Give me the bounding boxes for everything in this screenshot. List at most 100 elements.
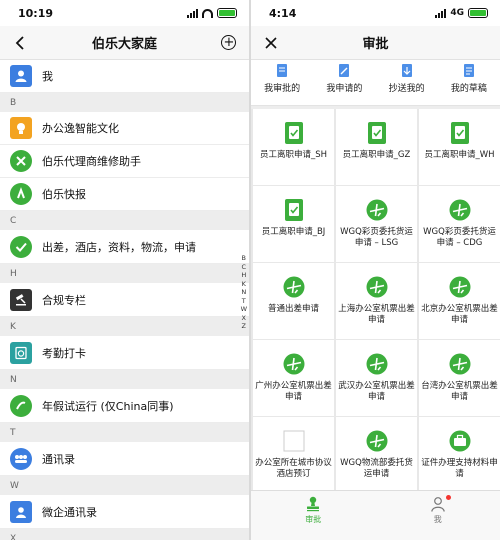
approval-form-item[interactable]: 普通出差申请 <box>253 263 334 340</box>
status-bar: 10:19 <box>0 0 249 26</box>
clock-icon <box>10 341 32 364</box>
section-header-w: W <box>0 476 249 495</box>
approval-form-label: 上海办公室机票出差申请 <box>338 304 415 325</box>
plane-icon <box>283 276 305 298</box>
approval-form-item[interactable]: 证件办理支持材料申请 <box>419 417 500 490</box>
form-icon <box>366 122 388 144</box>
page-title: 伯乐大家庭 <box>91 37 157 52</box>
approval-form-item[interactable]: WGQ彩页委托货运申请 – LSG <box>336 186 417 263</box>
contact-row[interactable]: 微企通讯录 <box>0 495 249 529</box>
approval-form-label: 证件办理支持材料申请 <box>421 458 498 479</box>
contact-row[interactable]: 伯乐代理商维修助手 <box>0 145 249 178</box>
person-card-icon <box>10 500 32 523</box>
contact-name: 办公逸智能文化 <box>42 122 119 135</box>
approval-form-item[interactable]: WGQ物流部委托货运申请 <box>336 417 417 490</box>
network-type: 4G <box>450 8 464 18</box>
index-letter[interactable]: X <box>241 314 247 323</box>
lightbulb-icon <box>10 117 32 139</box>
section-header-c: C <box>0 211 249 230</box>
section-header-k: K <box>0 317 249 336</box>
tab-approval[interactable]: 审批 <box>251 491 376 540</box>
notification-dot <box>445 495 451 500</box>
approval-form-item[interactable]: 员工离职申请_SH <box>253 109 334 186</box>
cc-to-me-button[interactable]: 抄送我的 <box>376 64 438 94</box>
status-time: 4:14 <box>269 6 297 20</box>
back-icon[interactable] <box>10 33 30 53</box>
approval-form-item[interactable]: 员工离职申请_GZ <box>336 109 417 186</box>
approval-grid-container: 员工离职申请_SH 员工离职申请_GZ 员工离职申请_WH 员工离职申请_BJ WGQ彩… <box>251 109 500 490</box>
contact-name: 考勤打卡 <box>42 346 86 360</box>
signal-icon <box>187 8 198 18</box>
approval-form-label: 广州办公室机票出差申请 <box>255 381 332 402</box>
contacts-screen: 10:19 伯乐大家庭 + 我 B 办公逸智能文化 伯乐代理商维修助手 伯乐快报… <box>0 0 249 540</box>
index-letter[interactable]: H <box>241 271 247 280</box>
leave-icon <box>10 394 32 417</box>
my-drafts-button[interactable]: 我的草稿 <box>438 64 500 94</box>
section-header-b: B <box>0 93 249 112</box>
approval-form-item[interactable]: 上海办公室机票出差申请 <box>336 263 417 340</box>
approval-form-item[interactable]: 武汉办公室机票出差申请 <box>336 340 417 417</box>
contact-name: 合规专栏 <box>42 293 86 307</box>
tab-me[interactable]: 我 <box>376 491 500 540</box>
contact-row[interactable]: 合规专栏 <box>0 283 249 317</box>
contact-row[interactable]: 办公逸智能文化 <box>0 112 249 145</box>
my-approvals-button[interactable]: 我审批的 <box>251 64 313 94</box>
person-icon <box>430 497 445 512</box>
approval-form-item[interactable]: 员工离职申请_WH <box>419 109 500 186</box>
my-requests-button[interactable]: 我申请的 <box>313 64 375 94</box>
approval-form-item[interactable]: 广州办公室机票出差申请 <box>253 340 334 417</box>
contact-row[interactable]: 考勤打卡 <box>0 336 249 370</box>
index-letter[interactable]: W <box>241 305 247 314</box>
contact-row[interactable]: 通讯录 <box>0 442 249 476</box>
approval-form-label: WGQ彩页委托货运申请 – LSG <box>340 227 413 248</box>
person-icon <box>10 65 32 87</box>
signal-icon <box>435 8 447 18</box>
approval-form-item[interactable]: 办公室所在城市协议酒店预订 <box>253 417 334 490</box>
plane-icon <box>366 430 388 452</box>
approval-form-label: 武汉办公室机票出差申请 <box>338 381 415 402</box>
approval-form-label: 员工离职申请_BJ <box>261 227 326 237</box>
approval-form-label: 北京办公室机票出差申请 <box>421 304 498 325</box>
approval-form-item[interactable]: 北京办公室机票出差申请 <box>419 263 500 340</box>
contact-row[interactable]: 出差，酒店，资料，物流，申请 <box>0 230 249 264</box>
approval-form-label: 普通出差申请 <box>267 304 319 314</box>
index-letter[interactable]: Z <box>241 322 247 331</box>
page-title: 审批 <box>362 37 389 52</box>
index-letter[interactable]: K <box>241 280 247 289</box>
news-icon <box>10 183 32 205</box>
index-letter[interactable]: B <box>241 254 247 263</box>
cc-doc-icon <box>401 64 412 77</box>
approval-form-label: 员工离职申请_WH <box>424 150 495 160</box>
form-icon <box>283 122 305 144</box>
checkmark-icon <box>10 235 32 258</box>
approval-form-label: WGQ物流部委托货运申请 <box>340 458 413 479</box>
contact-name: 通讯录 <box>42 452 75 466</box>
approval-form-item[interactable]: 员工离职申请_BJ <box>253 186 334 263</box>
approval-form-label: 员工离职申请_GZ <box>342 150 411 160</box>
contact-row-me[interactable]: 我 <box>0 60 249 93</box>
plane-icon <box>449 276 471 298</box>
alphabet-index[interactable]: B C H K N T W X Z <box>241 254 247 331</box>
index-letter[interactable]: N <box>241 288 247 297</box>
approval-form-item[interactable]: WGQ彩页委托货运申请 – CDG <box>419 186 500 263</box>
contact-name: 出差，酒店，资料，物流，申请 <box>42 240 196 254</box>
tools-icon <box>10 150 32 172</box>
contact-name: 我 <box>42 70 53 83</box>
approval-form-label: 办公室所在城市协议酒店预订 <box>255 458 332 479</box>
approval-form-label: 员工离职申请_SH <box>259 150 328 160</box>
plane-icon <box>366 199 388 221</box>
approval-tab-icon <box>307 496 320 512</box>
plane-icon <box>283 353 305 375</box>
close-icon[interactable] <box>261 33 281 53</box>
approval-form-item[interactable]: 台湾办公室机票出差申请 <box>419 340 500 417</box>
contact-row[interactable]: 年假试运行 (仅China同事) <box>0 389 249 423</box>
tab-bar: 审批 我 <box>251 490 500 540</box>
index-letter[interactable]: T <box>241 297 247 306</box>
status-bar: 4:14 4G <box>251 0 500 26</box>
contact-name: 微企通讯录 <box>42 505 97 519</box>
section-header-n: N <box>0 370 249 389</box>
approval-form-label: 台湾办公室机票出差申请 <box>421 381 498 402</box>
index-letter[interactable]: C <box>241 263 247 272</box>
contact-row[interactable]: 伯乐快报 <box>0 178 249 211</box>
add-button[interactable]: + <box>219 33 239 53</box>
